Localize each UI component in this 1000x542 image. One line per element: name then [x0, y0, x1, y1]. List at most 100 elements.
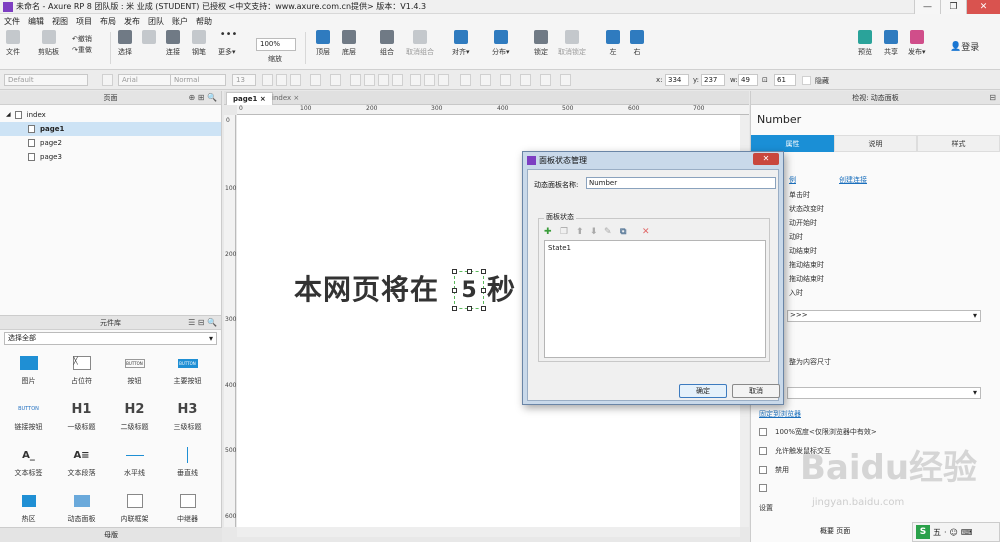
ime-emoji-icon[interactable]: ☺: [950, 528, 958, 537]
page-tree-root[interactable]: ◢ index: [0, 108, 221, 122]
dialog-title-bar[interactable]: 面板状态管理: [523, 152, 783, 168]
resize-handle[interactable]: [467, 306, 472, 311]
page-tree-item-page3[interactable]: page3: [0, 150, 221, 164]
align-button[interactable]: 对齐▾: [452, 30, 470, 57]
event-item[interactable]: 状态改变时: [789, 204, 824, 214]
allow-mouse-checkbox[interactable]: [759, 447, 767, 455]
x-input[interactable]: 334: [665, 74, 689, 86]
menu-help[interactable]: 帮助: [196, 16, 212, 27]
bold-button[interactable]: [262, 74, 273, 86]
ime-mode[interactable]: 五: [933, 527, 941, 538]
valign-middle-button[interactable]: [424, 74, 435, 86]
library-item-h2[interactable]: H2 二级标题: [108, 399, 161, 433]
full-width-option[interactable]: 100%宽度<仅限浏览器中有效>: [759, 427, 877, 437]
tab-index[interactable]: index ×: [266, 92, 305, 105]
font-size-select[interactable]: 13: [232, 74, 256, 86]
publish-button[interactable]: 发布▾: [908, 30, 926, 57]
font-color-button[interactable]: [310, 74, 321, 86]
library-item-dynamic-panel[interactable]: 动态面板: [55, 491, 108, 525]
move-up-icon[interactable]: ⬆: [576, 227, 584, 237]
library-item-link-button[interactable]: BUTTON 链接按钮: [2, 399, 55, 433]
duplicate-state-icon[interactable]: ❐: [560, 227, 568, 237]
edit-state-icon[interactable]: ✎: [604, 227, 612, 237]
redo-button[interactable]: ↷ 重做: [72, 45, 92, 55]
event-item[interactable]: 拖动结束时: [789, 260, 824, 270]
justify-button[interactable]: [392, 74, 403, 86]
page-tree-item-page1[interactable]: page1: [0, 122, 221, 136]
tab-notes[interactable]: 说明: [834, 135, 917, 152]
resize-handle[interactable]: [452, 306, 457, 311]
event-item[interactable]: 动时: [789, 232, 803, 242]
connect-button[interactable]: 连接: [166, 30, 180, 57]
fit-to-content-option[interactable]: 整为内容尺寸: [789, 357, 831, 367]
event-item[interactable]: 动结束时: [789, 246, 817, 256]
menu-project[interactable]: 项目: [76, 16, 92, 27]
tab-close-icon[interactable]: ×: [293, 94, 299, 102]
italic-button[interactable]: [276, 74, 287, 86]
minimize-button[interactable]: —: [914, 0, 940, 14]
arrow-style-button[interactable]: [560, 74, 571, 86]
library-item-repeater[interactable]: 中继器: [161, 491, 214, 525]
border-color-button[interactable]: [500, 74, 511, 86]
ime-keyboard-icon[interactable]: ⌨: [961, 528, 973, 537]
ime-logo-icon[interactable]: S: [916, 525, 930, 539]
scrollbar-select[interactable]: [787, 387, 981, 399]
library-item-image[interactable]: 图片: [2, 353, 55, 387]
inspector-collapse-icon[interactable]: ⊟: [989, 91, 996, 105]
maximize-button[interactable]: ❐: [940, 0, 966, 14]
event-item[interactable]: 拖动结束时: [789, 274, 824, 284]
resize-handle[interactable]: [452, 288, 457, 293]
resize-handle[interactable]: [481, 288, 486, 293]
canvas-horizontal-scrollbar[interactable]: [237, 527, 740, 537]
w-input[interactable]: 49: [738, 74, 758, 86]
page-tree-item-page2[interactable]: page2: [0, 136, 221, 150]
library-item-h1[interactable]: H1 一级标题: [55, 399, 108, 433]
master-panel-header[interactable]: 母版: [0, 527, 222, 542]
more-events-select[interactable]: >>>: [787, 310, 981, 322]
fill-color-button[interactable]: [460, 74, 471, 86]
inspector-footer[interactable]: 概要 页面: [750, 524, 910, 538]
tab-properties[interactable]: 属性: [751, 135, 834, 152]
library-item-button[interactable]: BUTTON 按钮: [108, 353, 161, 387]
library-item-paragraph[interactable]: A≡ 文本段落: [55, 445, 108, 479]
clipboard-button[interactable]: 剪贴板: [38, 30, 59, 57]
dialog-close-button[interactable]: ✕: [753, 153, 779, 165]
resize-handle[interactable]: [481, 269, 486, 274]
bullet-button[interactable]: [330, 74, 341, 86]
y-input[interactable]: 237: [701, 74, 725, 86]
send-back-button[interactable]: 底层: [342, 30, 356, 57]
library-item-h3[interactable]: H3 三级标题: [161, 399, 214, 433]
menu-publish[interactable]: 发布: [124, 16, 140, 27]
close-button[interactable]: ✕: [966, 0, 1000, 14]
disable-checkbox[interactable]: [759, 466, 767, 474]
valign-bottom-button[interactable]: [438, 74, 449, 86]
ime-punct-icon[interactable]: ·: [944, 528, 947, 537]
option-checkbox-row[interactable]: [759, 484, 775, 492]
event-item[interactable]: 单击时: [789, 190, 810, 200]
left-button[interactable]: 左: [606, 30, 620, 57]
menu-edit[interactable]: 编辑: [28, 16, 44, 27]
valign-top-button[interactable]: [410, 74, 421, 86]
cancel-button[interactable]: 取消: [732, 384, 780, 398]
select-button[interactable]: 选择: [118, 30, 132, 57]
unlock-button[interactable]: 取消锁定: [558, 30, 586, 57]
tab-style[interactable]: 样式: [917, 135, 1000, 152]
h-lock-icon[interactable]: ⊡: [762, 76, 768, 84]
undo-button[interactable]: ↶ 撤销: [72, 34, 92, 44]
create-link[interactable]: 创建连接: [839, 175, 867, 185]
border-style-button[interactable]: [540, 74, 551, 86]
more-button[interactable]: ••• 更多▾: [218, 30, 237, 57]
tab-close-icon[interactable]: ×: [260, 95, 266, 103]
menu-account[interactable]: 账户: [172, 16, 188, 27]
border-width-button[interactable]: [520, 74, 531, 86]
library-item-inline-frame[interactable]: 内联框架: [108, 491, 161, 525]
library-item-text-label[interactable]: A_ 文本标签: [2, 445, 55, 479]
login-button[interactable]: 👤 登录: [950, 40, 979, 54]
list-item[interactable]: State1: [548, 244, 762, 252]
library-panel-actions[interactable]: ☰ ⊟ 🔍: [188, 316, 217, 330]
align-center-button[interactable]: [364, 74, 375, 86]
lock-button[interactable]: 锁定: [534, 30, 548, 57]
library-item-hotspot[interactable]: 热区: [2, 491, 55, 525]
share-button[interactable]: 共享: [884, 30, 898, 57]
style-select[interactable]: Default: [4, 74, 88, 86]
